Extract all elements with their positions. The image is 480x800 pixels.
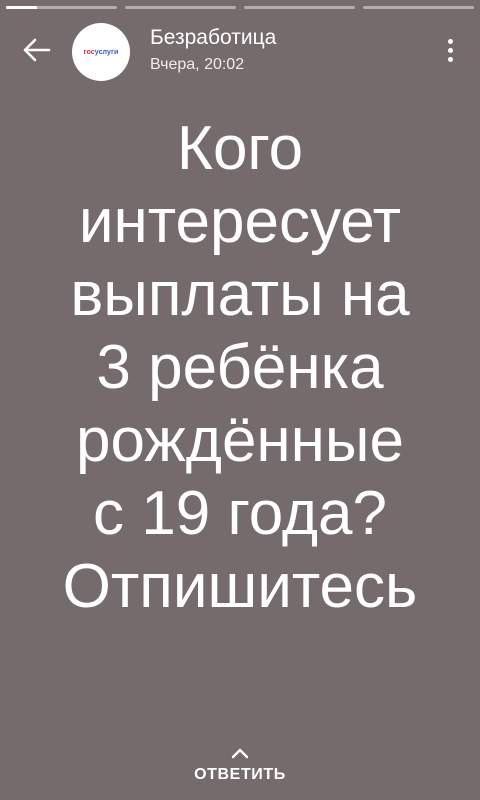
channel-name[interactable]: Безработица	[150, 26, 276, 50]
progress-segment	[125, 6, 236, 9]
story-text-line: рождённые	[76, 406, 404, 475]
story-text-line: с 19 года?	[93, 479, 387, 548]
more-options-button[interactable]	[438, 32, 462, 68]
channel-avatar[interactable]: госуслуги	[72, 23, 130, 81]
gosuslugi-logo: госуслуги	[83, 48, 119, 56]
story-timestamp: Вчера, 20:02	[150, 56, 245, 73]
progress-segment-fill	[6, 6, 38, 9]
story-progress-bar	[6, 6, 474, 10]
story-screen: госуслуги Безработица Вчера, 20:02 Кого …	[0, 0, 480, 800]
reply-label: ОТВЕТИТЬ	[194, 766, 286, 783]
more-vertical-icon	[447, 38, 453, 62]
story-text-line: интересует	[78, 187, 402, 256]
back-button[interactable]	[14, 30, 58, 70]
progress-segment	[244, 6, 355, 9]
reply-button[interactable]: ОТВЕТИТЬ	[0, 746, 480, 784]
story-text-line: выплаты на	[70, 260, 410, 329]
story-text-line: 3 ребёнка	[96, 333, 384, 402]
progress-segment	[6, 6, 117, 9]
story-header: госуслуги Безработица Вчера, 20:02	[0, 18, 480, 82]
story-text-line: Отпишитесь	[62, 552, 418, 621]
story-text-line: Кого	[176, 114, 304, 183]
story-text: Кого интересует выплаты на 3 ребёнка рож…	[0, 112, 480, 623]
progress-segment	[363, 6, 474, 9]
arrow-left-icon	[23, 38, 51, 62]
chevron-up-icon	[231, 748, 249, 759]
